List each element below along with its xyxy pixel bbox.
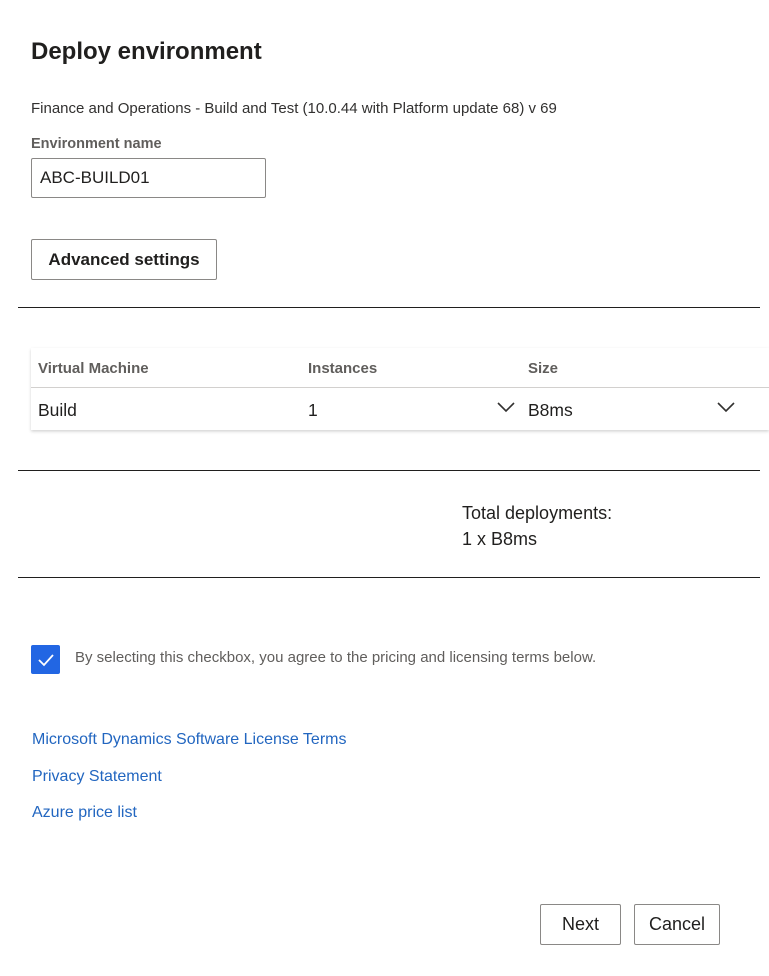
column-header-virtual-machine: Virtual Machine [38, 360, 149, 377]
advanced-settings-button[interactable]: Advanced settings [31, 239, 217, 280]
agreement-checkbox[interactable] [31, 645, 60, 674]
divider [18, 470, 760, 471]
divider [18, 307, 760, 308]
vm-table-header: Virtual Machine Instances Size [31, 348, 769, 388]
size-dropdown-value[interactable]: B8ms [528, 400, 573, 421]
instances-dropdown-value[interactable]: 1 [308, 400, 318, 421]
total-deployments-value: 1 x B8ms [462, 529, 538, 549]
environment-name-label: Environment name [31, 136, 162, 152]
next-button[interactable]: Next [540, 904, 621, 945]
vm-name-cell: Build [38, 400, 77, 420]
chevron-down-icon[interactable] [716, 400, 736, 414]
deploy-environment-dialog: Deploy environment Finance and Operation… [0, 0, 769, 976]
total-deployments-label: Total deployments: [462, 503, 613, 523]
column-header-instances: Instances [308, 360, 378, 377]
azure-price-list-link[interactable]: Azure price list [32, 804, 137, 822]
license-terms-link[interactable]: Microsoft Dynamics Software License Term… [32, 731, 346, 749]
chevron-down-icon[interactable] [496, 400, 516, 414]
divider [18, 577, 760, 578]
dialog-subtitle: Finance and Operations - Build and Test … [31, 100, 557, 117]
vm-table: Virtual Machine Instances Size Build 1 B… [31, 348, 769, 430]
environment-name-input[interactable] [31, 158, 266, 198]
agreement-text: By selecting this checkbox, you agree to… [75, 649, 597, 666]
cancel-button[interactable]: Cancel [634, 904, 720, 945]
dialog-title: Deploy environment [31, 38, 262, 65]
checkmark-icon [37, 653, 54, 666]
column-header-size: Size [528, 360, 559, 377]
total-deployments: Total deployments: 1 x B8ms [462, 500, 612, 552]
privacy-statement-link[interactable]: Privacy Statement [32, 768, 162, 786]
